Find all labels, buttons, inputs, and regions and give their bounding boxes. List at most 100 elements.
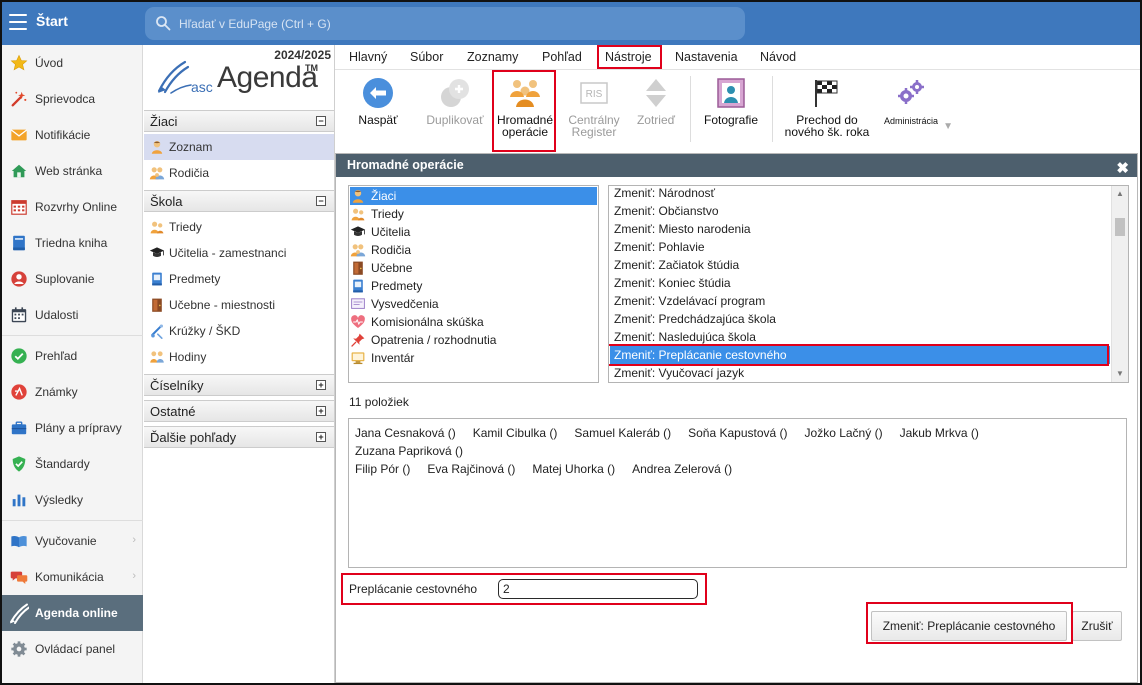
type-item-ucitelia[interactable]: Učitelia [350,223,597,241]
type-item-opatrenia-rozhodnutia[interactable]: Opatrenia / rozhodnutia [350,331,597,349]
tree-group-ostatne[interactable]: Ostatné + [144,400,334,422]
tab-pohlad[interactable]: Pohľad [542,50,582,64]
scroll-up-icon[interactable]: ▲ [1112,186,1128,202]
operation-item[interactable]: Zmeniť: Pohlavie [610,238,1110,256]
type-item-label: Učitelia [371,225,411,239]
operation-item[interactable]: Zmeniť: Preplácanie cestovného [610,346,1110,364]
type-item-komisionalna-skuska[interactable]: Komisionálna skúška [350,313,597,331]
start-label[interactable]: Štart [36,13,68,29]
ribbon-fotografie-button[interactable]: Fotografie [699,76,763,126]
tab-subor[interactable]: Súbor [410,50,443,64]
sidebar-item-rozvrhy-online[interactable]: Rozvrhy Online [0,189,143,225]
type-item-inventar[interactable]: Inventár [350,349,597,367]
entity-type-list[interactable]: Žiaci Triedy Učitelia Rodičia Učebne Predmety… [348,185,599,383]
type-item-label: Rodičia [371,243,412,257]
class-icon [149,219,165,235]
sidebar-item-komunikacia[interactable]: Komunikácia › [0,559,143,595]
operation-item[interactable]: Zmeniť: Vyučovací jazyk [610,364,1110,382]
cancel-button[interactable]: Zrušiť [1072,611,1122,641]
operation-list[interactable]: Zmeniť: Národnosť Zmeniť: Občianstvo Zmeni… [608,185,1129,383]
close-icon[interactable]: ✖ [1116,157,1129,180]
operation-list-scrollbar[interactable]: ▲ ▼ [1111,186,1128,382]
expand-icon[interactable]: + [316,406,326,416]
ribbon-button-label: Centrálny Register [568,113,620,139]
operation-item[interactable]: Zmeniť: Predchádzajúca škola [610,310,1110,328]
tree-group-ciselniky[interactable]: Číselníky + [144,374,334,396]
tree-group-skola[interactable]: Škola − [144,190,334,212]
ribbon-administracia-button[interactable]: Administrácia ▼ [875,76,953,132]
hamburger-menu-icon[interactable] [9,14,27,30]
type-item-predmety[interactable]: Predmety [350,277,597,295]
sidebar-item-znamky[interactable]: Známky [0,374,143,410]
type-item-vysvedcenia[interactable]: Vysvedčenia [350,295,597,313]
tab-hlavny[interactable]: Hlavný [349,50,387,64]
tree-group-ziaci[interactable]: Žiaci − [144,110,334,132]
operation-item[interactable]: Zmeniť: Nasledujúca škola [610,328,1110,346]
tab-nastavenia[interactable]: Nastavenia [675,50,738,64]
tree-item-predmety[interactable]: Predmety [144,266,334,292]
scroll-down-icon[interactable]: ▼ [1112,366,1128,382]
tree-item-rodicia[interactable]: Rodičia [144,160,334,186]
tree-item-hodiny[interactable]: Hodiny [144,344,334,370]
field-label: Preplácanie cestovného [349,582,478,596]
operation-item-label: Zmeniť: Občianstvo [614,204,719,218]
commute-reimbursement-input[interactable] [498,579,698,599]
type-item-label: Predmety [371,279,423,293]
scrollbar-thumb[interactable] [1115,218,1125,236]
tab-nastroje[interactable]: Nástroje [605,50,652,64]
operation-item-label: Zmeniť: Národnosť [614,186,716,200]
collapse-icon[interactable]: − [316,116,326,126]
sidebar-item-agenda-online[interactable]: Agenda online [0,595,143,631]
tree-group-dalsie-pohlady[interactable]: Ďalšie pohľady + [144,426,334,448]
tab-navod[interactable]: Návod [760,50,796,64]
operation-item[interactable]: Zmeniť: Národnosť [610,186,1110,202]
sidebar-item-label: Triedna kniha [35,236,108,250]
dropdown-arrow-icon[interactable]: ▼ [943,121,953,132]
collapse-icon[interactable]: − [316,196,326,206]
main-area: Hlavný Súbor Zoznamy Pohľad Nástroje Nastaven… [335,45,1140,683]
student-entry: Andrea Zelerová () [632,462,733,476]
sidebar-item-plany-a-pripravy[interactable]: Plány a prípravy [0,410,143,446]
sidebar-item-web-stranka[interactable]: Web stránka [0,153,143,189]
sidebar-item-notifikacie[interactable]: Notifikácie [0,117,143,153]
search-box[interactable] [145,7,745,40]
type-item-ucebne[interactable]: Učebne [350,259,597,277]
tree-item-triedy[interactable]: Triedy [144,214,334,240]
sidebar-item-prehlad[interactable]: Prehľad [0,338,143,374]
ribbon-button-label: Naspäť [358,113,398,127]
operation-item[interactable]: Zmeniť: Občianstvo [610,202,1110,220]
ribbon-prechod-do-noveho-sk-roka-button[interactable]: Prechod do nového šk. roka [779,76,875,138]
sidebar-item-vysledky[interactable]: Výsledky [0,482,143,518]
ribbon-hromadne-operacie-button[interactable]: Hromadné operácie [493,76,557,138]
apply-change-button[interactable]: Zmeniť: Preplácanie cestovného [871,611,1067,641]
type-item-triedy[interactable]: Triedy [350,205,597,223]
ribbon-naspat-button[interactable]: Naspäť [347,76,409,126]
sidebar-item-label: Suplovanie [35,272,95,286]
tree-item-ucitelia-zamestnanci[interactable]: Učitelia - zamestnanci [144,240,334,266]
sidebar-item-sprievodca[interactable]: Sprievodca [0,81,143,117]
left-sidebar: Úvod Sprievodca Notifikácie Web stránka Rozv… [0,45,143,685]
expand-icon[interactable]: + [316,380,326,390]
sidebar-item-label: Prehľad [35,349,78,363]
type-item-rodicia[interactable]: Rodičia [350,241,597,259]
operation-item[interactable]: Zmeniť: Koniec štúdia [610,274,1110,292]
sidebar-item-suplovanie[interactable]: Suplovanie [0,261,143,297]
sidebar-item-ovladaci-panel[interactable]: Ovládací panel [0,631,143,667]
sidebar-item-uvod[interactable]: Úvod [0,45,143,81]
tab-zoznamy[interactable]: Zoznamy [467,50,518,64]
operation-item[interactable]: Zmeniť: Začiatok štúdia [610,256,1110,274]
type-item-ziaci[interactable]: Žiaci [350,187,597,205]
sidebar-item-udalosti[interactable]: Udalosti [0,297,143,333]
sidebar-item-vyucovanie[interactable]: Vyučovanie › [0,523,143,559]
sidebar-item-triedna-kniha[interactable]: Triedna kniha [0,225,143,261]
sidebar-item-standardy[interactable]: Štandardy [0,446,143,482]
expand-icon[interactable]: + [316,432,326,442]
tree-item-zoznam[interactable]: Zoznam [144,134,334,160]
type-item-label: Vysvedčenia [371,297,439,311]
operation-item[interactable]: Zmeniť: Miesto narodenia [610,220,1110,238]
operation-item[interactable]: Zmeniť: Vzdelávací program [610,292,1110,310]
tree-item-kruzky-skd[interactable]: Krúžky / ŠKD [144,318,334,344]
tree-item-ucebne-miestnosti[interactable]: Učebne - miestnosti [144,292,334,318]
search-input[interactable] [177,11,727,36]
tree-group-title: Ostatné [150,404,196,419]
